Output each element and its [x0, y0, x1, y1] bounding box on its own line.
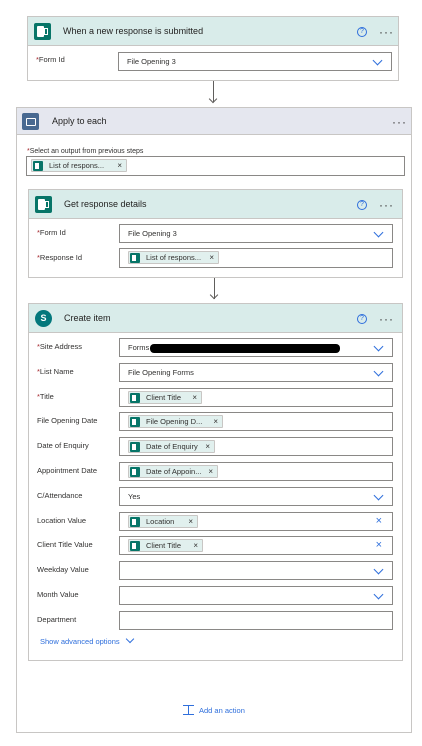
remove-token-icon[interactable]: ×: [193, 540, 198, 551]
field-label: *Title: [37, 391, 54, 401]
form-id-label: *Form Id: [37, 228, 66, 237]
field-input[interactable]: File Opening D... ×: [119, 412, 393, 432]
field-label: File Opening Date: [37, 416, 98, 426]
chevron-down-icon[interactable]: [373, 227, 384, 238]
field-input[interactable]: File Opening Forms: [119, 362, 393, 382]
create-item-header[interactable]: S Create item ? ···: [29, 304, 402, 333]
dynamic-content-token[interactable]: Date of Enquiry ×: [128, 440, 215, 454]
forms-icon: [130, 253, 140, 263]
form-id-value: File Opening 3: [127, 57, 176, 66]
more-options-icon[interactable]: ···: [392, 116, 407, 128]
apply-header[interactable]: Apply to each ···: [17, 108, 411, 135]
trigger-card: When a new response is submitted ? ··· *…: [27, 16, 399, 81]
forms-icon: [35, 196, 52, 213]
help-icon[interactable]: ?: [357, 200, 367, 210]
chevron-down-icon[interactable]: [373, 490, 384, 501]
forms-icon: [130, 392, 140, 403]
field-label: Month Value: [37, 590, 79, 599]
select-output-field[interactable]: List of respons... ×: [26, 156, 405, 176]
forms-icon: [34, 23, 51, 40]
chevron-down-icon: [125, 634, 134, 644]
forms-icon: [130, 417, 140, 428]
trigger-title: When a new response is submitted: [63, 26, 204, 36]
forms-icon: [130, 467, 140, 477]
field-label: Client Title Value: [37, 540, 93, 550]
trigger-header[interactable]: When a new response is submitted ? ···: [28, 17, 398, 46]
forms-icon: [130, 541, 140, 552]
field-label: *List Name: [37, 366, 74, 376]
select-output-label: *Select an output from previous steps: [27, 148, 144, 155]
field-input[interactable]: Client Title ×: [119, 387, 393, 407]
field-label: Appointment Date: [37, 466, 98, 475]
forms-icon: [33, 161, 43, 171]
chevron-down-icon[interactable]: [372, 55, 383, 66]
form-id-dropdown[interactable]: File Opening 3: [119, 224, 393, 243]
field-input[interactable]: [119, 586, 393, 605]
form-id-value: File Opening 3: [128, 229, 177, 238]
field-input[interactable]: Yes: [119, 486, 393, 506]
get-details-header[interactable]: Get response details ? ···: [29, 190, 402, 219]
arrow-down-icon: [209, 290, 219, 300]
chevron-down-icon[interactable]: [373, 589, 384, 600]
apply-title: Apply to each: [52, 116, 107, 126]
arrow-down-icon: [208, 94, 218, 104]
field-input[interactable]: Date of Enquiry ×: [119, 437, 393, 457]
chevron-down-icon[interactable]: [373, 341, 384, 352]
remove-token-icon[interactable]: ×: [209, 252, 214, 263]
field-value: File Opening Forms: [128, 367, 194, 377]
field-label: *Site Address: [37, 342, 83, 351]
form-id-dropdown[interactable]: File Opening 3: [118, 52, 392, 71]
loop-icon: [22, 113, 39, 130]
clear-icon[interactable]: ×: [376, 537, 382, 554]
remove-token-icon[interactable]: ×: [192, 392, 197, 403]
field-input[interactable]: Client Title × ×: [119, 536, 393, 556]
field-label: Date of Enquiry: [37, 441, 89, 451]
field-value: Yes: [128, 491, 141, 501]
chevron-down-icon[interactable]: [373, 366, 384, 377]
add-action-icon: [183, 705, 194, 715]
help-icon[interactable]: ?: [357, 27, 367, 37]
remove-token-icon[interactable]: ×: [213, 416, 218, 427]
remove-token-icon[interactable]: ×: [205, 441, 210, 452]
more-options-icon[interactable]: ···: [379, 313, 394, 325]
field-input[interactable]: [119, 561, 393, 581]
response-id-field[interactable]: List of respons... ×: [119, 248, 393, 268]
dynamic-content-token[interactable]: File Opening D... ×: [128, 415, 223, 429]
get-response-details-card: Get response details ? ··· *Form Id File…: [28, 189, 403, 278]
form-id-label: *Form Id: [36, 55, 65, 64]
more-options-icon[interactable]: ···: [379, 199, 394, 211]
remove-token-icon[interactable]: ×: [117, 160, 122, 171]
dynamic-content-token[interactable]: Client Title ×: [128, 390, 202, 404]
forms-icon: [130, 442, 140, 453]
field-input[interactable]: [119, 610, 393, 630]
redaction-mark: [150, 344, 340, 353]
chevron-down-icon[interactable]: [373, 564, 384, 575]
field-label: Weekday Value: [37, 565, 89, 575]
field-input[interactable]: Date of Appoin... ×: [119, 462, 393, 481]
field-input[interactable]: Location × ×: [119, 511, 393, 531]
create-item-card: S Create item ? ··· *Site Address Forms -…: [28, 303, 403, 661]
more-options-icon[interactable]: ···: [379, 26, 394, 38]
dynamic-content-token[interactable]: Client Title ×: [128, 539, 203, 553]
token-list-of-responses[interactable]: List of respons... ×: [128, 251, 219, 264]
show-advanced-options-link[interactable]: Show advanced options: [40, 634, 134, 646]
dynamic-content-token[interactable]: Date of Appoin... ×: [128, 465, 218, 478]
field-input[interactable]: Forms -: [119, 338, 393, 357]
get-details-title: Get response details: [64, 199, 147, 209]
dynamic-content-token[interactable]: Location ×: [128, 514, 198, 528]
remove-token-icon[interactable]: ×: [188, 516, 193, 527]
help-icon[interactable]: ?: [357, 314, 367, 324]
response-id-label: *Response Id: [37, 253, 83, 262]
remove-token-icon[interactable]: ×: [208, 466, 213, 477]
clear-icon[interactable]: ×: [376, 513, 382, 530]
add-action-button[interactable]: Add an action: [183, 703, 245, 715]
forms-icon: [130, 516, 140, 527]
token-list-of-responses[interactable]: List of respons... ×: [31, 159, 127, 172]
field-label: Location Value: [37, 515, 87, 525]
create-item-title: Create item: [64, 313, 111, 323]
field-label: C/Attendance: [37, 490, 83, 500]
sharepoint-icon: S: [35, 310, 52, 327]
field-label: Department: [37, 614, 77, 624]
apply-to-each-card: Apply to each ··· *Select an output from…: [16, 107, 412, 733]
